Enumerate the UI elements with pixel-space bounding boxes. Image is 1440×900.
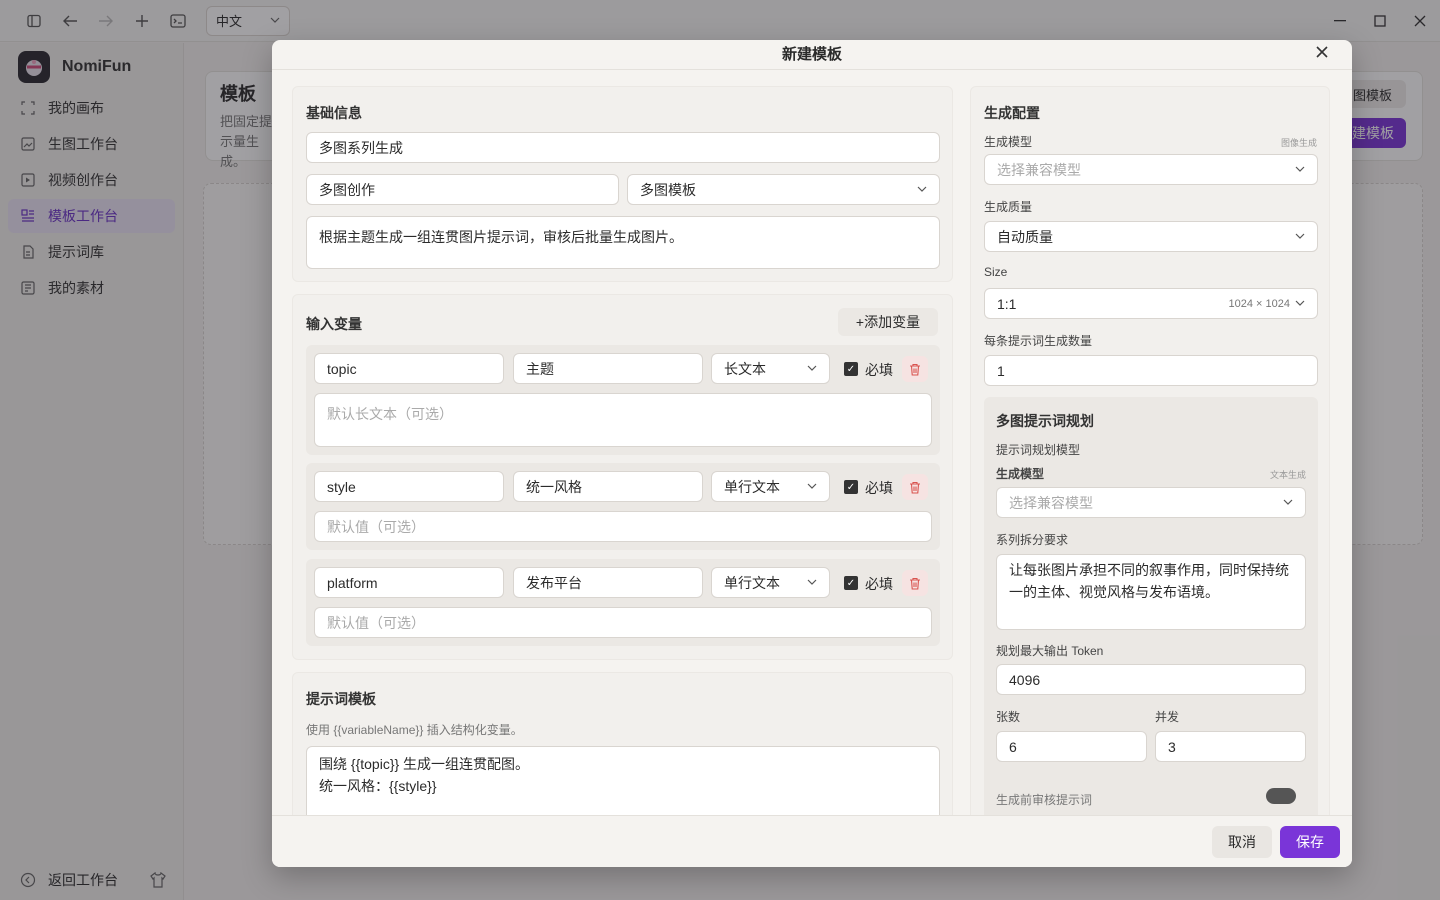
- delete-trash-icon[interactable]: [902, 356, 928, 382]
- close-icon[interactable]: [1316, 42, 1328, 63]
- required-label: 必填: [865, 480, 893, 496]
- variable-key-input[interactable]: platform: [314, 567, 504, 598]
- variable-default-input[interactable]: 默认值（可选）: [314, 607, 932, 638]
- required-label: 必填: [865, 362, 893, 378]
- dialog-body: 基础信息 多图系列生成 多图创作 多图模板 根据主题生成一组连贯图片提示词，审核…: [272, 70, 1352, 816]
- size-detail: 1024 × 1024: [1228, 297, 1290, 310]
- text-model-placeholder: 选择兼容模型: [1009, 494, 1093, 511]
- variable-row: platform 发布平台 单行文本 ✓ 必填 默认值（可选）: [306, 559, 940, 646]
- quality-select[interactable]: 自动质量: [984, 221, 1318, 252]
- chevron-down-icon: [1295, 164, 1305, 175]
- prompt-textarea[interactable]: 围绕 {{topic}} 生成一组连贯配图。 统一风格：{{style}}: [306, 746, 940, 816]
- planner-label: 提示词规划模型: [996, 443, 1081, 457]
- variables-title: 输入变量: [306, 316, 362, 332]
- variable-default-input[interactable]: 默认值（可选）: [314, 511, 932, 542]
- variable-type-value: 单行文本: [724, 478, 780, 495]
- image-count-label: 张数: [996, 710, 1021, 724]
- variable-type-select[interactable]: 单行文本: [711, 567, 830, 598]
- review-toggle[interactable]: [1266, 788, 1296, 804]
- variable-type-select[interactable]: 单行文本: [711, 471, 830, 502]
- new-template-dialog: 新建模板 基础信息 多图系列生成 多图创作 多图模板 根据主题生成一组连贯图片提…: [272, 40, 1352, 867]
- chevron-down-icon: [807, 577, 817, 588]
- save-button[interactable]: 保存: [1280, 826, 1340, 858]
- image-model-select[interactable]: 选择兼容模型: [984, 154, 1318, 185]
- token-input[interactable]: 4096: [996, 664, 1306, 695]
- prompt-line: 围绕 {{topic}} 生成一组连贯配图。: [319, 756, 530, 772]
- variable-name-input[interactable]: 统一风格: [513, 471, 703, 502]
- prompt-template-title: 提示词模板: [306, 691, 376, 707]
- dialog-footer: 取消 保存: [272, 815, 1352, 867]
- count-input[interactable]: 1: [984, 355, 1318, 386]
- generation-config-panel: 生成配置 生成模型 图像生成 选择兼容模型 生成质量 自动质量 Size 1:1…: [970, 86, 1330, 816]
- delete-trash-icon[interactable]: [902, 570, 928, 596]
- dialog-header: 新建模板: [272, 40, 1352, 70]
- variables-section: 输入变量 +添加变量 topic 主题 长文本 ✓ 必填 默认长文本（可选） s…: [292, 70, 953, 670]
- add-variable-button[interactable]: +添加变量: [838, 308, 938, 336]
- variable-type-select[interactable]: 长文本: [711, 353, 830, 384]
- image-count-input[interactable]: 6: [996, 731, 1147, 762]
- chevron-down-icon: [807, 363, 817, 374]
- planning-model-tag: 文本生成: [1269, 470, 1306, 480]
- chevron-down-icon: [1283, 497, 1293, 508]
- required-checkbox[interactable]: ✓: [844, 362, 858, 376]
- variable-row: style 统一风格 单行文本 ✓ 必填 默认值（可选）: [306, 463, 940, 550]
- variable-name-input[interactable]: 主题: [513, 353, 703, 384]
- cancel-button[interactable]: 取消: [1212, 826, 1272, 858]
- config-title: 生成配置: [984, 105, 1040, 121]
- size-label: Size: [984, 265, 1008, 279]
- concurrency-label: 并发: [1155, 710, 1180, 724]
- required-checkbox[interactable]: ✓: [844, 576, 858, 590]
- concurrency-input[interactable]: 3: [1155, 731, 1306, 762]
- token-label: 规划最大输出 Token: [996, 644, 1104, 658]
- chevron-down-icon: [807, 481, 817, 492]
- dialog-title: 新建模板: [781, 46, 842, 63]
- quality-value: 自动质量: [997, 228, 1053, 245]
- variable-row: topic 主题 长文本 ✓ 必填 默认长文本（可选）: [306, 345, 940, 455]
- variable-key-input[interactable]: style: [314, 471, 504, 502]
- delete-trash-icon[interactable]: [902, 474, 928, 500]
- variable-name-input[interactable]: 发布平台: [513, 567, 703, 598]
- chevron-down-icon: [1295, 231, 1305, 242]
- prompt-template-panel: 提示词模板 使用 {{variableName}} 插入结构化变量。 围绕 {{…: [292, 672, 953, 816]
- quality-label: 生成质量: [984, 200, 1033, 214]
- review-label: 生成前审核提示词: [996, 793, 1093, 807]
- split-textarea[interactable]: 让每张图片承担不同的叙事作用，同时保持统一的主体、视觉风格与发布语境。: [996, 554, 1306, 630]
- planning-model-label: 生成模型: [996, 467, 1045, 481]
- text-model-select[interactable]: 选择兼容模型: [996, 487, 1306, 518]
- variable-type-value: 长文本: [724, 360, 766, 377]
- planning-title: 多图提示词规划: [996, 413, 1094, 429]
- variable-type-value: 单行文本: [724, 574, 780, 591]
- prompt-hint: 使用 {{variableName}} 插入结构化变量。: [306, 723, 523, 737]
- required-label: 必填: [865, 576, 893, 592]
- split-label: 系列拆分要求: [996, 533, 1069, 547]
- size-value: 1:1: [997, 295, 1017, 312]
- image-model-placeholder: 选择兼容模型: [997, 161, 1081, 178]
- chevron-down-icon: [1295, 298, 1305, 309]
- model-label: 生成模型: [984, 135, 1033, 149]
- size-select[interactable]: 1:1 1024 × 1024: [984, 288, 1318, 319]
- model-tag: 图像生成: [1280, 138, 1317, 148]
- count-label: 每条提示词生成数量: [984, 334, 1093, 348]
- size-detail-group: 1024 × 1024: [1229, 298, 1305, 310]
- planning-subpanel: 多图提示词规划 提示词规划模型 生成模型 文本生成 选择兼容模型 系列拆分要求 …: [984, 397, 1318, 816]
- required-checkbox[interactable]: ✓: [844, 480, 858, 494]
- variable-default-textarea[interactable]: 默认长文本（可选）: [314, 393, 932, 447]
- prompt-line: 统一风格：{{style}}: [319, 778, 437, 794]
- variable-key-input[interactable]: topic: [314, 353, 504, 384]
